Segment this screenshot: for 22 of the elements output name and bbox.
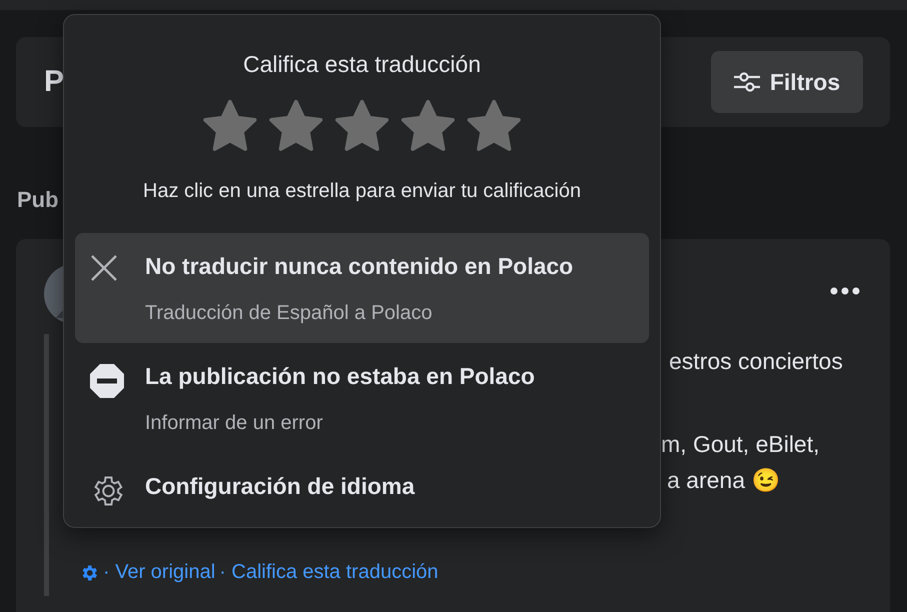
star-icon[interactable] (201, 98, 259, 154)
post-text: m, Gout, eBilet, (661, 431, 820, 458)
menu-item[interactable]: Configuración de idioma (75, 453, 649, 527)
star-icon[interactable] (267, 98, 325, 154)
footer-link[interactable]: · Ver original (103, 561, 216, 584)
star-icon[interactable] (333, 98, 391, 154)
menu-item[interactable]: La publicación no estaba en Polaco Informar de un error (75, 343, 649, 453)
rating-hint: Haz clic en una estrella para enviar tu calificación (143, 180, 581, 203)
post-text: estros conciertos (669, 348, 843, 375)
menu-item[interactable]: No traducir nunca contenido en Polaco Traducción de Español a Polaco (75, 233, 649, 343)
star-icon[interactable] (465, 98, 523, 154)
stop-sign-icon (89, 363, 125, 399)
popup-title: Califica esta traducción (243, 51, 481, 78)
section-heading: Pub (17, 187, 59, 213)
filter-button[interactable]: Filtros (711, 51, 863, 113)
post-text: a arena 😉 (667, 467, 780, 494)
sliders-icon (734, 71, 760, 93)
page-title: P (44, 65, 64, 99)
more-options-icon[interactable] (830, 287, 860, 295)
close-icon (89, 253, 119, 283)
footer-link[interactable]: · Califica esta traducción (219, 561, 438, 584)
star-icon[interactable] (399, 98, 457, 154)
